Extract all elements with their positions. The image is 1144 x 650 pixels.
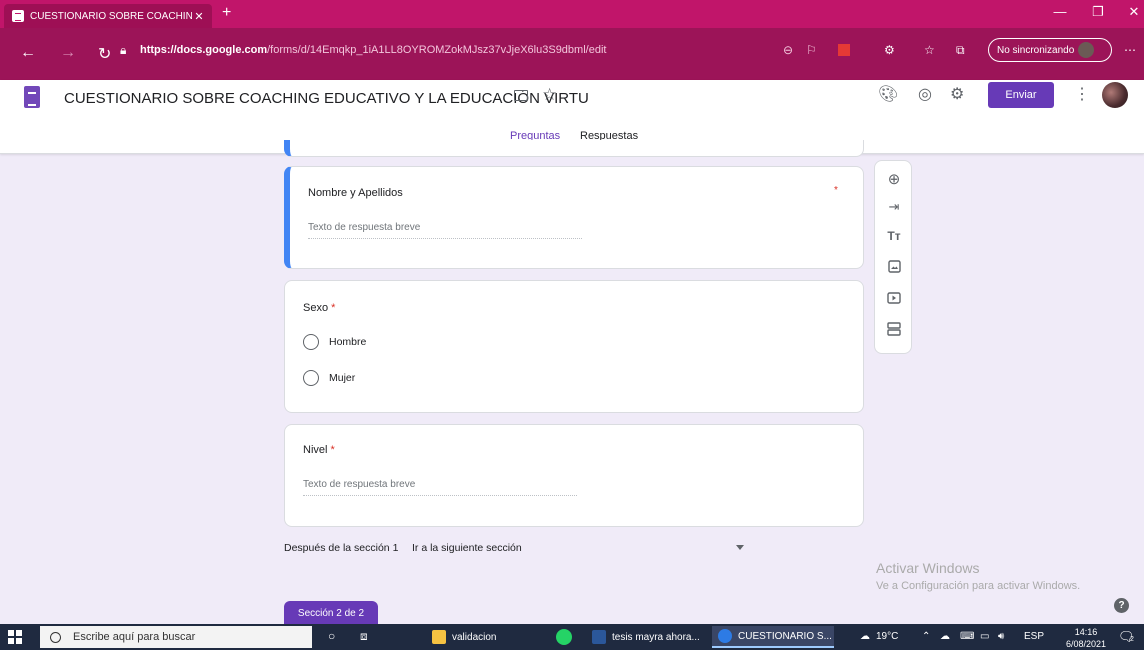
import-questions-icon[interactable]: ⇥ xyxy=(886,199,902,215)
question-title[interactable]: Nombre y Apellidos xyxy=(308,187,403,199)
back-arrow-icon[interactable]: ← xyxy=(20,44,36,62)
required-marker: * xyxy=(834,185,838,196)
tab-close-icon[interactable]: ✕ xyxy=(192,10,206,23)
forms-favicon-icon xyxy=(12,10,24,22)
google-forms-logo-icon[interactable] xyxy=(24,86,40,108)
after-section-label: Después de la sección 1 xyxy=(284,542,399,554)
question-title[interactable]: Sexo * xyxy=(303,302,335,314)
browser-tab-strip: CUESTIONARIO SOBRE COACHIN ✕ + — ❐ ✕ xyxy=(0,0,1144,28)
previous-card-edge xyxy=(284,140,864,157)
send-button[interactable]: Enviar xyxy=(988,82,1054,108)
section-badge: Sección 2 de 2 xyxy=(284,601,378,625)
add-image-icon[interactable] xyxy=(886,258,902,274)
taskbar-clock[interactable]: 14:16 6/08/2021 xyxy=(1066,626,1106,650)
collections-icon[interactable]: ⧉ xyxy=(956,43,965,58)
question-title[interactable]: Nivel * xyxy=(303,444,335,456)
radio-button[interactable] xyxy=(303,370,319,386)
zoom-icon[interactable]: ⊖ xyxy=(783,43,793,57)
radio-option[interactable]: Mujer xyxy=(303,370,355,386)
activation-watermark-subtitle: Ve a Configuración para activar Windows. xyxy=(876,580,1081,592)
cortana-icon[interactable]: ○ xyxy=(328,629,335,643)
taskbar-app-word[interactable]: tesis mayra ahora... xyxy=(586,626,708,648)
palette-icon[interactable]: 🎨︎ xyxy=(878,84,898,104)
sync-label: No sincronizando xyxy=(997,44,1075,56)
forward-arrow-icon[interactable]: → xyxy=(60,44,76,62)
more-options-icon[interactable]: ⋮ xyxy=(1074,84,1090,104)
section-goto-dropdown[interactable]: Ir a la siguiente sección xyxy=(412,542,522,554)
settings-gear-icon[interactable]: ⚙ xyxy=(950,84,964,104)
reading-mode-icon[interactable]: ⚐ xyxy=(806,43,817,57)
whatsapp-icon[interactable] xyxy=(556,629,572,645)
question-toolbar: ⊕ ⇥ Tт xyxy=(874,160,912,354)
onedrive-icon[interactable]: ☁ xyxy=(940,631,950,642)
folder-icon xyxy=(432,630,446,644)
add-title-icon[interactable]: Tт xyxy=(886,228,902,244)
weather-temperature[interactable]: 19°C xyxy=(876,631,898,642)
clock-time: 14:16 xyxy=(1074,627,1098,637)
star-icon[interactable]: ☆ xyxy=(542,85,557,105)
tray-chevron-icon[interactable]: ⌃ xyxy=(922,631,930,642)
activation-watermark-title: Activar Windows xyxy=(876,560,980,576)
windows-start-icon[interactable] xyxy=(8,630,22,644)
question-title-text: Nivel xyxy=(303,444,328,456)
task-view-icon[interactable]: ⧈ xyxy=(360,629,368,644)
settings-more-icon[interactable]: ⋯ xyxy=(1124,43,1136,57)
address-bar-url[interactable]: https://docs.google.com/forms/d/14Emqkp_… xyxy=(140,44,606,56)
lock-icon[interactable]: 🔒︎ xyxy=(120,43,126,58)
short-answer-placeholder: Texto de respuesta breve xyxy=(303,479,577,496)
restore-button[interactable]: ❐ xyxy=(1088,4,1108,20)
add-question-icon[interactable]: ⊕ xyxy=(886,171,902,188)
taskbar-search-box[interactable]: Escribe aquí para buscar xyxy=(40,626,312,648)
network-icon[interactable]: ▭ xyxy=(980,631,989,642)
radio-option-label: Mujer xyxy=(329,372,356,384)
short-answer-placeholder: Texto de respuesta breve xyxy=(308,222,582,239)
volume-icon[interactable]: 🔊︎ xyxy=(998,631,1004,642)
question-card-sexo[interactable]: Sexo * Hombre Mujer xyxy=(284,280,864,413)
taskbar-app-label: tesis mayra ahora... xyxy=(612,631,700,643)
edge-icon xyxy=(718,629,732,643)
add-section-icon[interactable] xyxy=(886,321,902,337)
reload-icon[interactable]: ↻ xyxy=(98,44,111,64)
url-domain: https://docs.google.com xyxy=(140,44,268,56)
search-icon xyxy=(50,631,61,643)
folder-icon[interactable] xyxy=(514,90,528,101)
profile-avatar xyxy=(1078,42,1095,58)
search-placeholder: Escribe aquí para buscar xyxy=(73,631,196,643)
question-title-text: Sexo xyxy=(303,302,329,314)
extension-icon[interactable] xyxy=(838,44,850,56)
preview-eye-icon[interactable]: ◎ xyxy=(918,84,932,104)
url-path: /forms/d/14Emqkp_1iA1LL8OYROMZokMJsz37vJ… xyxy=(267,44,607,56)
add-video-icon[interactable] xyxy=(886,290,902,306)
question-card-nivel[interactable]: Nivel * Texto de respuesta breve xyxy=(284,424,864,527)
required-marker: * xyxy=(331,302,336,314)
dropdown-caret-icon[interactable] xyxy=(736,545,744,550)
tab-title: CUESTIONARIO SOBRE COACHIN xyxy=(30,10,192,22)
browser-tab[interactable]: CUESTIONARIO SOBRE COACHIN ✕ xyxy=(4,4,212,28)
taskbar-app-edge[interactable]: CUESTIONARIO S... xyxy=(712,626,834,648)
ime-icon[interactable]: ⌨ xyxy=(960,631,974,642)
help-icon[interactable]: ? xyxy=(1114,598,1129,613)
account-avatar[interactable] xyxy=(1102,82,1128,108)
form-title[interactable]: CUESTIONARIO SOBRE COACHING EDUCATIVO Y … xyxy=(64,90,589,107)
weather-icon[interactable]: ☁ xyxy=(860,631,870,642)
radio-button[interactable] xyxy=(303,334,319,350)
close-window-button[interactable]: ✕ xyxy=(1124,4,1144,20)
word-icon xyxy=(592,630,606,644)
sync-button[interactable]: No sincronizando xyxy=(988,38,1112,62)
favorites-icon[interactable]: ☆ xyxy=(924,43,935,57)
windows-taskbar: Escribe aquí para buscar ○ ⧈ validacion … xyxy=(0,624,1144,650)
question-card-nombre[interactable]: Nombre y Apellidos * Texto de respuesta … xyxy=(284,166,864,269)
notification-count: 2 xyxy=(1130,636,1134,643)
new-tab-button[interactable]: + xyxy=(222,4,231,22)
clock-date: 6/08/2021 xyxy=(1066,639,1107,649)
radio-option-label: Hombre xyxy=(329,336,367,348)
taskbar-app-label: CUESTIONARIO S... xyxy=(738,630,832,642)
extensions-puzzle-icon[interactable]: ⚙ xyxy=(884,43,895,57)
required-marker: * xyxy=(330,444,335,456)
language-indicator[interactable]: ESP xyxy=(1024,631,1044,642)
taskbar-app-explorer[interactable]: validacion xyxy=(426,626,524,648)
radio-option[interactable]: Hombre xyxy=(303,334,366,350)
taskbar-app-label: validacion xyxy=(452,631,497,643)
minimize-button[interactable]: — xyxy=(1050,4,1070,19)
